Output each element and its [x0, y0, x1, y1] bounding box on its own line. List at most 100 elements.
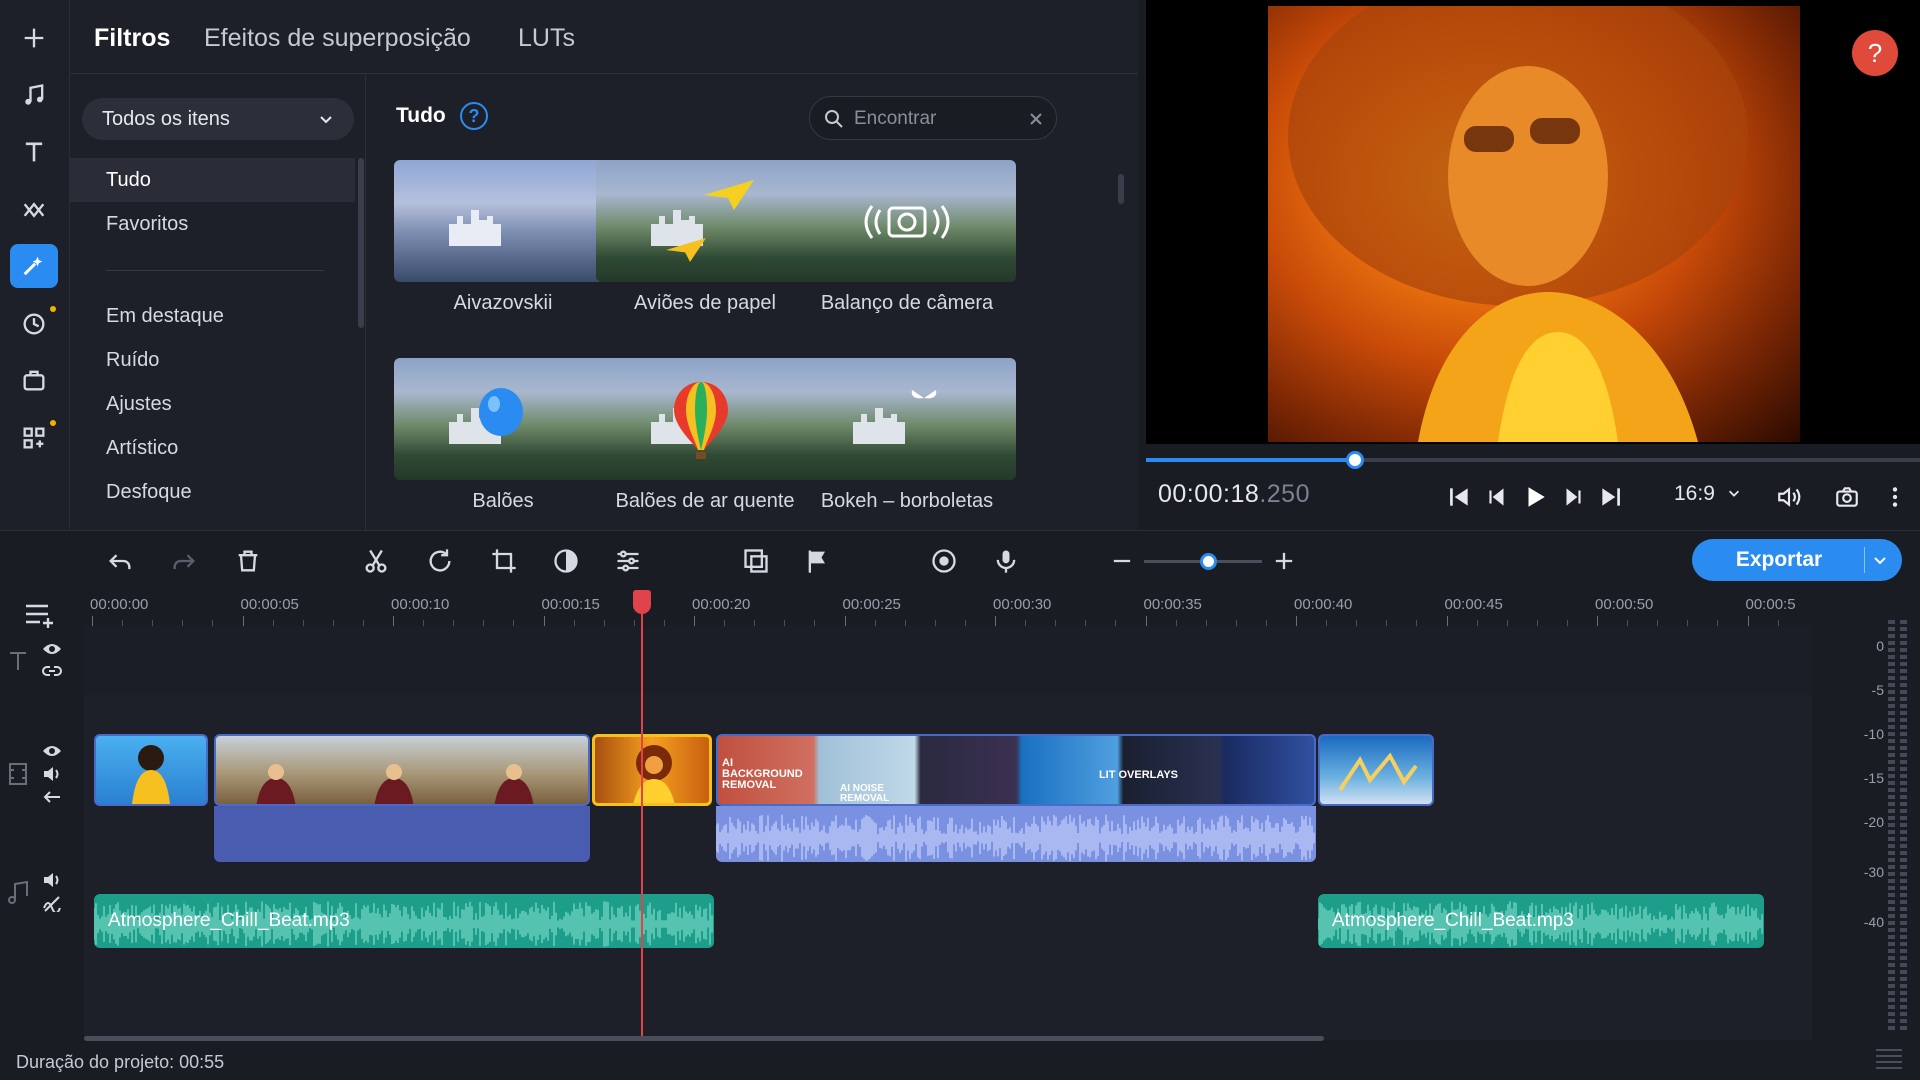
timeline-scrollbar[interactable]	[84, 1036, 1324, 1041]
tab-luts[interactable]: LUTs	[518, 24, 575, 53]
tab-overlay-effects[interactable]: Efeitos de superposição	[204, 24, 471, 53]
search-box[interactable]	[809, 96, 1057, 140]
eye-icon[interactable]	[42, 744, 62, 758]
category-artistico[interactable]: Artístico	[70, 426, 355, 470]
marker-button[interactable]	[802, 545, 834, 577]
linked-audio-clip[interactable]	[716, 806, 1316, 862]
filter-avioes-de-papel[interactable]: Aviões de papel	[596, 160, 814, 315]
clock-icon[interactable]	[10, 302, 58, 346]
category-favoritos[interactable]: Favoritos	[70, 202, 355, 246]
next-frame-button[interactable]	[1558, 482, 1588, 512]
color-adjust-button[interactable]	[550, 545, 582, 577]
crop-button[interactable]	[488, 545, 520, 577]
previous-frame-button[interactable]	[1482, 482, 1512, 512]
progress-handle[interactable]	[1345, 451, 1364, 469]
more-options-button[interactable]	[1880, 482, 1910, 512]
timeline-tracks[interactable]: AI BACKGROUND REMOVAL AI NOISE REMOVAL L…	[84, 626, 1812, 1040]
ruler-tick	[543, 616, 545, 626]
filter-label: Bokeh – borboletas	[820, 490, 994, 512]
category-dropdown[interactable]: Todos os itens	[82, 98, 354, 140]
player-controls: 00:00:18.250 16:9	[1146, 444, 1920, 530]
clear-search-icon[interactable]	[1028, 111, 1044, 127]
filter-baloes-de-ar-quente[interactable]: Balões de ar quente	[596, 358, 814, 513]
volume-button[interactable]	[1774, 482, 1804, 512]
filter-label: Balões de ar quente	[615, 490, 795, 512]
filter-label: Balanço de câmera	[820, 292, 994, 314]
zoom-out-button[interactable]	[1106, 545, 1138, 577]
audio-clip[interactable]: Atmosphere_Chill_Beat.mp3	[1318, 894, 1764, 948]
playhead[interactable]	[633, 590, 651, 1040]
chevron-down-icon[interactable]	[1872, 552, 1888, 568]
speaker-icon[interactable]	[42, 766, 62, 782]
zoom-in-button[interactable]	[1268, 545, 1300, 577]
play-button[interactable]	[1520, 482, 1550, 512]
grid-scrollbar[interactable]	[1118, 174, 1124, 204]
arrow-left-icon[interactable]	[42, 790, 62, 804]
transitions-icon[interactable]	[10, 188, 58, 232]
category-scrollbar[interactable]	[358, 158, 364, 328]
selected-video-clip[interactable]	[592, 734, 712, 806]
linked-audio-clip[interactable]	[214, 806, 590, 862]
rotate-button[interactable]	[424, 545, 456, 577]
hot-air-balloon-icon	[674, 382, 728, 459]
link-icon[interactable]	[42, 664, 62, 678]
balloon-icon	[479, 388, 523, 436]
sticker-icon[interactable]	[10, 358, 58, 402]
filter-bokeh-borboletas[interactable]: Bokeh – borboletas	[798, 358, 1016, 513]
playback-progress-bar[interactable]	[1146, 451, 1920, 469]
filter-aivazovskii[interactable]: Aivazovskii	[394, 160, 612, 315]
split-button[interactable]	[360, 545, 392, 577]
zoom-slider[interactable]	[1144, 553, 1262, 570]
add-track-icon[interactable]	[24, 602, 58, 628]
audio-fx-icon[interactable]	[42, 896, 62, 912]
playhead-handle[interactable]	[633, 590, 651, 614]
music-track-lane[interactable]: Atmosphere_Chill_Beat.mp3 Atmosphere_Chi…	[84, 890, 1812, 950]
undo-button[interactable]	[104, 545, 136, 577]
skip-to-end-button[interactable]	[1596, 482, 1626, 512]
text-icon[interactable]	[10, 130, 58, 174]
preview-frame[interactable]	[1268, 6, 1800, 442]
video-clip[interactable]: AI BACKGROUND REMOVAL AI NOISE REMOVAL L…	[716, 734, 1316, 806]
zoom-slider-handle[interactable]	[1199, 553, 1217, 570]
skip-to-start-button[interactable]	[1444, 482, 1474, 512]
filter-grid: Tudo ? Aivazovskii Aviões de papel	[366, 74, 1138, 530]
list-view-icon[interactable]	[1874, 1046, 1904, 1072]
time-ruler[interactable]: 00:00:00 00:00:05 00:00:10 00:00:15 00:00:20…	[84, 590, 1812, 626]
properties-button[interactable]	[612, 545, 644, 577]
category-ruido[interactable]: Ruído	[70, 338, 355, 382]
snapshot-button[interactable]	[1832, 482, 1862, 512]
text-track-lane[interactable]	[84, 626, 1812, 694]
overlay-button[interactable]	[740, 545, 772, 577]
clip-thumbnail	[1338, 752, 1418, 792]
filter-balanco-de-camera[interactable]: Balanço de câmera	[798, 160, 1016, 315]
category-desfoque[interactable]: Desfoque	[70, 470, 355, 514]
tab-filtros[interactable]: Filtros	[94, 24, 170, 53]
record-voice-button[interactable]	[990, 545, 1022, 577]
category-tudo[interactable]: Tudo	[70, 158, 355, 202]
add-icon[interactable]	[10, 16, 58, 60]
aspect-ratio-dropdown[interactable]: 16:9	[1674, 482, 1741, 506]
category-ajustes[interactable]: Ajustes	[70, 382, 355, 426]
help-button[interactable]: ?	[1852, 30, 1898, 76]
category-em-destaque[interactable]: Em destaque	[70, 294, 355, 338]
apps-icon[interactable]	[10, 416, 58, 460]
ruler-tick-label: 00:00:40	[1294, 596, 1353, 613]
video-track-lane[interactable]: AI BACKGROUND REMOVAL AI NOISE REMOVAL L…	[84, 706, 1812, 892]
delete-button[interactable]	[232, 545, 264, 577]
filters-icon[interactable]	[10, 244, 58, 288]
video-preview: ? 00:00:18.250 16:9	[1146, 0, 1920, 530]
search-input[interactable]	[854, 105, 1024, 133]
video-clip[interactable]	[94, 734, 208, 806]
record-screen-button[interactable]	[928, 545, 960, 577]
speaker-icon[interactable]	[42, 872, 62, 888]
audio-clip[interactable]: Atmosphere_Chill_Beat.mp3	[94, 894, 714, 948]
eye-icon[interactable]	[42, 642, 62, 656]
video-clip[interactable]	[1318, 734, 1434, 806]
filter-baloes[interactable]: Balões	[394, 358, 612, 513]
music-note-icon[interactable]	[10, 74, 58, 118]
redo-button[interactable]	[168, 545, 200, 577]
category-divider	[106, 270, 324, 271]
video-clip[interactable]	[214, 734, 590, 806]
export-button[interactable]: Exportar	[1692, 539, 1902, 581]
help-icon[interactable]: ?	[460, 102, 488, 130]
